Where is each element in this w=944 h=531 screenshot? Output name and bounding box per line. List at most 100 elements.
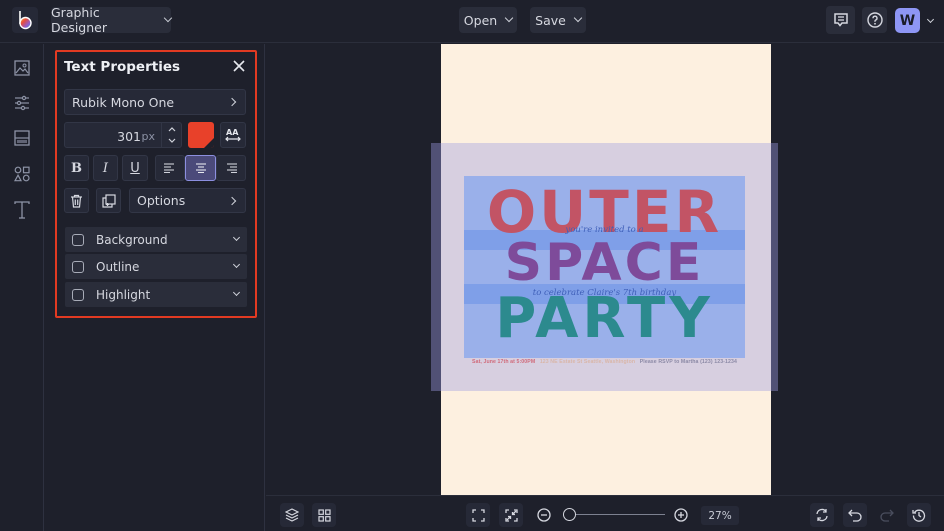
chevron-down-icon: [573, 13, 583, 23]
chevron-down-icon: [504, 13, 514, 23]
rail-item-graphics[interactable]: [11, 163, 33, 185]
zoom-slider-handle[interactable]: [563, 508, 576, 521]
letter-spacing-icon: AA: [225, 128, 241, 142]
sliders-icon: [15, 95, 29, 111]
headline-party: PARTY: [495, 286, 714, 351]
rail-item-adjustments[interactable]: [11, 92, 33, 114]
chevron-down-icon: [163, 13, 173, 23]
highlight-toggle-row[interactable]: Highlight: [65, 282, 247, 307]
align-center-button[interactable]: [185, 155, 216, 181]
text-color-swatch[interactable]: [188, 122, 214, 148]
options-label: Options: [137, 193, 186, 208]
background-toggle-row[interactable]: Background: [65, 227, 247, 252]
font-size-value: 301: [117, 129, 141, 144]
headline-space: SPACE: [504, 233, 705, 293]
close-icon: [233, 60, 245, 72]
shapes-icon: [14, 166, 30, 182]
save-button[interactable]: Save: [530, 7, 586, 33]
outline-checkbox[interactable]: [72, 260, 84, 273]
panel-title: Text Properties: [64, 59, 181, 75]
align-right-icon: [227, 163, 237, 173]
underline-icon: U: [130, 160, 140, 176]
font-selector[interactable]: Rubik Mono One: [64, 89, 246, 115]
fit-screen-button[interactable]: [466, 503, 490, 527]
close-button[interactable]: [231, 58, 247, 74]
app-menu-button[interactable]: Graphic Designer: [51, 5, 173, 35]
account-chevron-icon[interactable]: [926, 15, 935, 24]
stepper-down-icon[interactable]: [168, 138, 176, 144]
duplicate-button[interactable]: [96, 188, 121, 213]
left-rail: [0, 44, 44, 531]
chevron-right-icon: [227, 196, 237, 205]
image-icon: [14, 60, 30, 76]
help-button[interactable]: [862, 7, 887, 33]
refresh-icon: [816, 508, 828, 522]
background-checkbox[interactable]: [72, 233, 84, 246]
highlight-label: Highlight: [96, 287, 151, 302]
history-button[interactable]: [907, 503, 931, 527]
open-button[interactable]: Open: [459, 7, 517, 33]
logo-button[interactable]: [12, 7, 38, 33]
options-button[interactable]: Options: [129, 188, 246, 213]
background-label: Background: [96, 232, 168, 247]
logo-icon: [19, 11, 32, 30]
chevron-down-icon[interactable]: [232, 233, 241, 242]
event-rsvp: Please RSVP to Martha (123) 123-1234: [639, 359, 737, 365]
grid-button[interactable]: [312, 503, 336, 527]
text-icon: [14, 201, 30, 219]
app-menu-label: Graphic Designer: [51, 5, 107, 35]
reset-button[interactable]: [810, 503, 834, 527]
redo-button[interactable]: [875, 503, 899, 527]
svg-text:AA: AA: [226, 128, 239, 137]
outline-toggle-row[interactable]: Outline: [65, 254, 247, 279]
expand-icon: [471, 508, 485, 522]
undo-button[interactable]: [843, 503, 867, 527]
stepper-up-icon[interactable]: [168, 126, 176, 132]
event-date: Sat, June 17th at 5:00PM: [472, 359, 536, 365]
comments-button[interactable]: [826, 6, 855, 34]
layers-icon: [285, 508, 299, 522]
chevron-down-icon[interactable]: [232, 288, 241, 297]
shrink-icon: [504, 508, 518, 522]
align-left-button[interactable]: [155, 155, 185, 181]
zoom-in-icon[interactable]: [674, 508, 688, 522]
invitation-details: Sat, June 17th at 5:00PM 123 NE Estate S…: [464, 359, 745, 365]
font-size-stepper[interactable]: [161, 123, 181, 147]
save-label: Save: [535, 12, 566, 28]
underline-button[interactable]: U: [122, 155, 148, 181]
align-right-button[interactable]: [216, 155, 246, 181]
undo-icon: [848, 509, 862, 522]
invitation-artwork[interactable]: OUTER you're invited to a SPACE to celeb…: [464, 176, 745, 358]
font-size-unit: px: [141, 130, 156, 143]
redo-icon: [880, 509, 894, 522]
zoom-slider-track[interactable]: [570, 514, 665, 515]
rail-item-image[interactable]: [11, 57, 33, 79]
italic-button[interactable]: I: [93, 155, 118, 181]
text-properties-panel: Text Properties Rubik Mono One 301 px AA…: [55, 50, 257, 318]
chevron-right-icon: [227, 97, 237, 107]
help-icon: [866, 12, 883, 28]
avatar[interactable]: W: [895, 8, 920, 33]
chevron-down-icon[interactable]: [232, 260, 241, 269]
history-icon: [912, 509, 926, 522]
bold-button[interactable]: B: [64, 155, 89, 181]
bottom-toolbar: [266, 495, 944, 531]
font-size-field[interactable]: 301 px: [64, 122, 182, 148]
rail-item-layout[interactable]: [11, 127, 33, 149]
shrink-button[interactable]: [499, 503, 523, 527]
font-name: Rubik Mono One: [72, 94, 175, 110]
delete-button[interactable]: [64, 188, 89, 213]
align-left-icon: [164, 163, 174, 173]
letter-spacing-button[interactable]: AA: [220, 122, 246, 148]
zoom-level: 27%: [701, 506, 739, 525]
layout-icon: [14, 130, 30, 146]
rail-item-text[interactable]: [11, 199, 33, 221]
duplicate-icon: [101, 193, 116, 208]
highlight-checkbox[interactable]: [72, 288, 84, 301]
italic-icon: I: [102, 160, 109, 176]
bold-icon: B: [71, 160, 82, 176]
zoom-out-icon[interactable]: [537, 508, 551, 522]
align-center-icon: [195, 163, 206, 173]
comment-icon: [833, 13, 848, 27]
layers-button[interactable]: [280, 503, 304, 527]
